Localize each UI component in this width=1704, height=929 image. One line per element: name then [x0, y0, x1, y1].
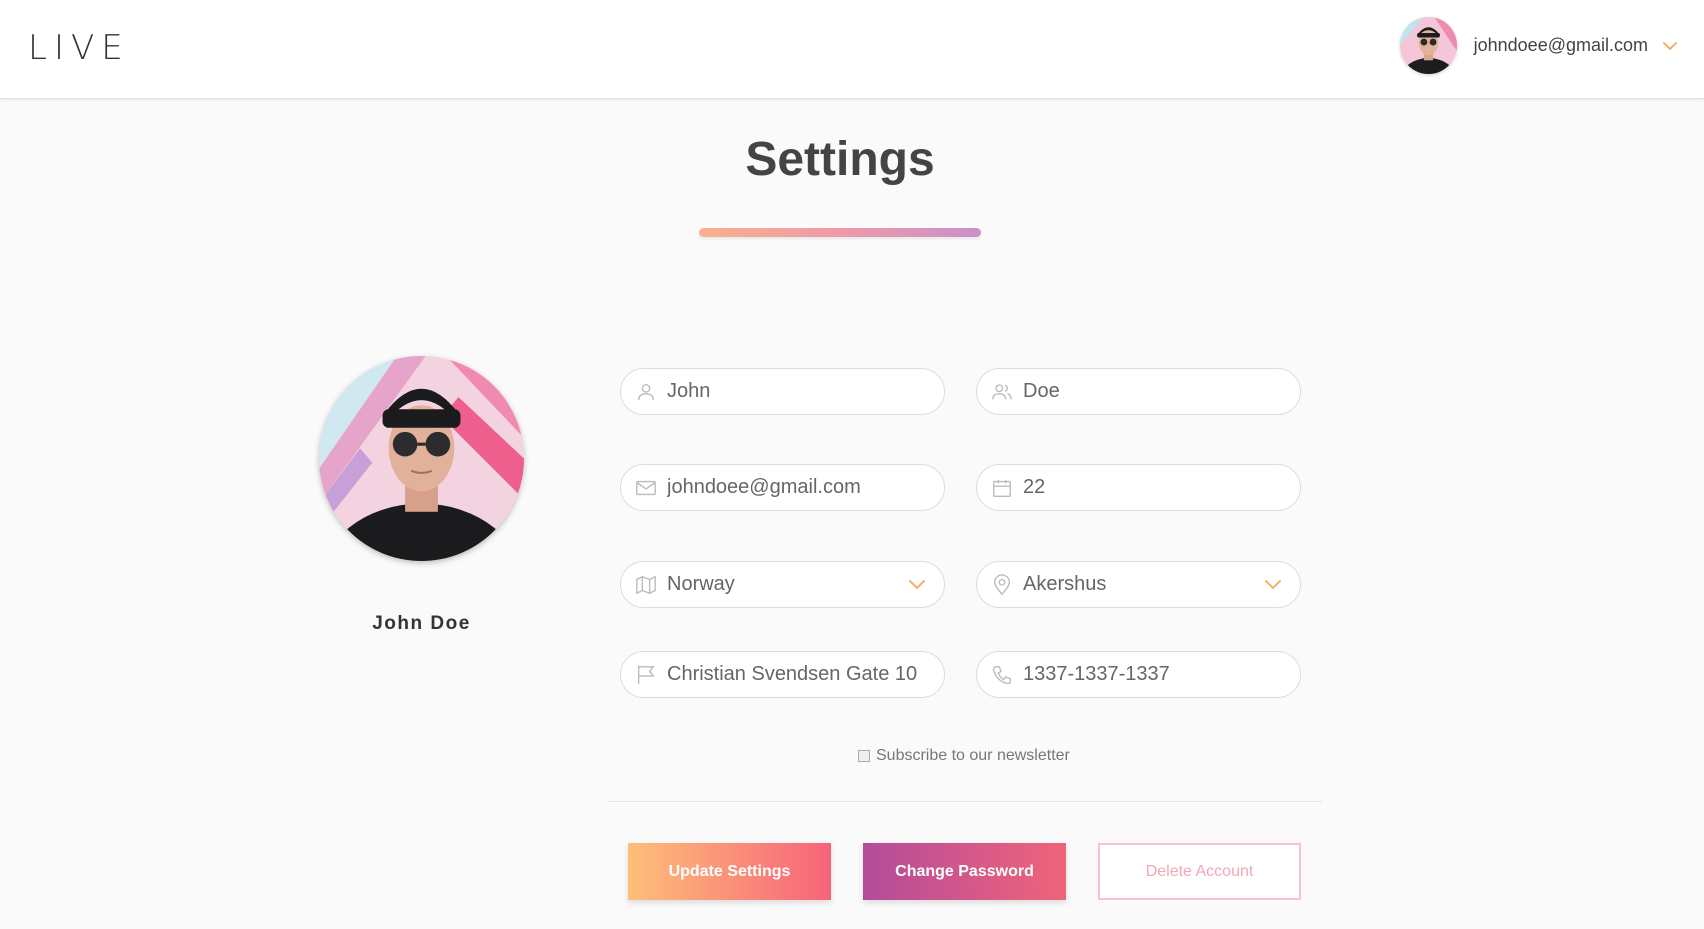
phone-icon	[992, 665, 1011, 684]
first-name-input[interactable]	[667, 380, 917, 403]
title-underline	[699, 228, 981, 237]
newsletter-label: Subscribe to our newsletter	[876, 747, 1070, 764]
avatar[interactable]	[1399, 17, 1457, 74]
country-value: Norway	[667, 573, 735, 595]
region-select[interactable]: Akershus	[976, 561, 1301, 608]
profile-name: John Doe	[372, 613, 471, 634]
phone-input[interactable]	[1023, 663, 1273, 686]
mail-icon	[636, 480, 656, 495]
phone-field[interactable]	[976, 651, 1301, 698]
newsletter-option[interactable]: Subscribe to our newsletter	[858, 747, 1070, 765]
update-settings-button[interactable]: Update Settings	[628, 843, 831, 900]
email-input[interactable]	[667, 476, 917, 499]
change-password-button[interactable]: Change Password	[863, 843, 1066, 900]
user-menu[interactable]: johndoee@gmail.com	[1399, 17, 1678, 74]
country-select[interactable]: Norway	[620, 561, 945, 608]
app-logo[interactable]: LIVE	[28, 28, 130, 68]
form-divider	[608, 801, 1322, 802]
age-field[interactable]	[976, 464, 1301, 511]
delete-account-button[interactable]: Delete Account	[1098, 843, 1301, 900]
age-input[interactable]	[1023, 476, 1273, 499]
user-email: johndoee@gmail.com	[1473, 35, 1648, 55]
chevron-down-icon[interactable]	[908, 579, 926, 590]
last-name-field[interactable]	[976, 368, 1301, 415]
last-name-input[interactable]	[1023, 380, 1273, 403]
region-value: Akershus	[1023, 573, 1107, 595]
chevron-down-icon[interactable]	[1264, 579, 1282, 590]
calendar-icon	[993, 479, 1011, 497]
address-field[interactable]	[620, 651, 945, 698]
chevron-down-icon[interactable]	[1662, 41, 1678, 51]
page-title: Settings	[745, 133, 935, 186]
profile-photo[interactable]	[319, 356, 524, 561]
newsletter-checkbox[interactable]	[858, 750, 870, 762]
top-bar: LIVE johndoee@gmail.com	[0, 0, 1704, 99]
first-name-field[interactable]	[620, 368, 945, 415]
email-field[interactable]	[620, 464, 945, 511]
map-icon	[636, 575, 656, 594]
users-icon	[992, 383, 1012, 399]
address-input[interactable]	[667, 663, 917, 686]
location-pin-icon	[993, 573, 1011, 595]
user-icon	[637, 383, 655, 400]
flag-icon	[637, 665, 655, 684]
